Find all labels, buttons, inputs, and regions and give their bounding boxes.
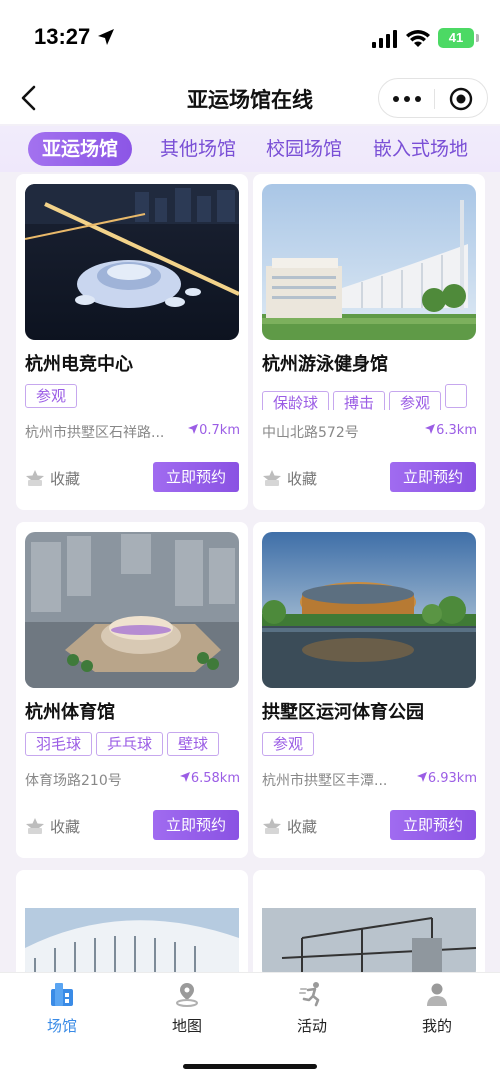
distance-value: 6.3km [436, 423, 477, 438]
tab-other[interactable]: 其他场馆 [160, 132, 236, 166]
venue-tag: 参观 [389, 391, 442, 410]
venue-tag: 保龄球 [262, 391, 330, 410]
user-icon [427, 983, 447, 1006]
venue-tags: 参观 [25, 384, 241, 410]
venue-card[interactable]: 杭州电竞中心 参观 杭州市拱墅区石祥路... 0.7km 收藏 立即预约 [16, 174, 248, 510]
tab-campus[interactable]: 校园场馆 [266, 132, 342, 166]
venue-tag: 乒乓球 [96, 732, 164, 756]
tabbar-item-map[interactable]: 地图 [147, 981, 227, 1036]
distance-arrow-icon [179, 772, 190, 782]
battery-cap [476, 34, 479, 42]
distance-arrow-icon [188, 424, 199, 434]
venue-name: 杭州电竞中心 [25, 354, 133, 375]
book-now-button[interactable]: 立即预约 [153, 462, 239, 492]
favorite-icon [26, 470, 44, 486]
favorite-button[interactable]: 收藏 [262, 466, 317, 490]
favorite-icon [26, 818, 44, 834]
venue-card[interactable] [253, 870, 485, 980]
favorite-label: 收藏 [50, 469, 81, 488]
venue-photo[interactable] [25, 880, 239, 980]
distance-arrow-icon [425, 424, 436, 434]
tabbar-label: 场馆 [46, 1017, 77, 1035]
venue-address: 杭州市拱墅区丰潭... [262, 773, 388, 789]
distance-value: 6.58km [190, 771, 240, 786]
close-target-icon[interactable] [449, 87, 473, 111]
favorite-button[interactable]: 收藏 [25, 814, 80, 838]
favorite-icon [263, 818, 281, 834]
favorite-label: 收藏 [50, 817, 81, 836]
nav-bar: 亚运场馆在线 [0, 72, 500, 124]
venue-card[interactable]: 杭州游泳健身馆 保龄球 搏击 参观 中山北路572号 6.3km 收藏 立即预约 [253, 174, 485, 510]
distance-value: 0.7km [199, 423, 240, 438]
status-bar: 13:27 41 [0, 0, 500, 72]
venue-distance: 6.58km [179, 771, 240, 786]
venue-tag: 参观 [25, 384, 78, 408]
category-tabs: 亚运场馆 其他场馆 校园场馆 嵌入式场地 [0, 126, 500, 172]
venue-photo[interactable] [262, 880, 476, 980]
venue-name: 杭州体育馆 [25, 702, 115, 723]
venue-tag: 壁球 [167, 732, 220, 756]
venue-photo[interactable] [262, 532, 476, 688]
venue-distance: 6.3km [425, 423, 477, 438]
favorite-icon [263, 470, 281, 486]
tabbar-label: 活动 [296, 1017, 327, 1035]
venue-address: 中山北路572号 [262, 425, 359, 441]
venue-name: 拱墅区运河体育公园 [262, 702, 424, 723]
distance-value: 6.93km [427, 771, 477, 786]
favorite-label: 收藏 [287, 469, 318, 488]
venue-photo[interactable] [25, 184, 239, 340]
venue-name: 杭州游泳健身馆 [262, 354, 388, 375]
tab-embedded[interactable]: 嵌入式场地 [373, 132, 468, 166]
venue-photo[interactable] [262, 184, 476, 340]
venue-tags: 参观 [262, 732, 478, 758]
venue-tag [445, 384, 468, 408]
home-indicator [183, 1064, 317, 1069]
venue-tag: 参观 [262, 732, 315, 756]
location-arrow-icon [98, 29, 114, 45]
venue-tags: 保龄球 搏击 参观 [262, 384, 478, 410]
venue-tag: 搏击 [333, 391, 386, 410]
more-dots-icon[interactable] [393, 96, 421, 102]
favorite-label: 收藏 [287, 817, 318, 836]
wifi-icon [406, 30, 430, 47]
tabbar-item-mine[interactable]: 我的 [397, 981, 477, 1036]
venue-tag: 羽毛球 [25, 732, 93, 756]
venue-photo[interactable] [25, 532, 239, 688]
running-icon [299, 982, 320, 1007]
book-now-button[interactable]: 立即预约 [390, 810, 476, 840]
tabbar-item-activities[interactable]: 活动 [272, 981, 352, 1036]
miniprogram-capsule [378, 78, 488, 118]
venue-tags: 羽毛球 乒乓球 壁球 [25, 732, 241, 758]
tab-asian-games[interactable]: 亚运场馆 [28, 132, 133, 166]
book-now-button[interactable]: 立即预约 [153, 810, 239, 840]
book-now-button[interactable]: 立即预约 [390, 462, 476, 492]
venue-address: 体育场路210号 [25, 773, 122, 789]
status-time: 13:27 [34, 24, 91, 49]
venue-card[interactable]: 杭州体育馆 羽毛球 乒乓球 壁球 体育场路210号 6.58km 收藏 立即预约 [16, 522, 248, 858]
tabbar-label: 地图 [171, 1017, 202, 1035]
capsule-divider [434, 89, 435, 109]
tabbar-item-venues[interactable]: 场馆 [22, 981, 102, 1036]
venue-card[interactable]: 拱墅区运河体育公园 参观 杭州市拱墅区丰潭... 6.93km 收藏 立即预约 [253, 522, 485, 858]
venue-distance: 0.7km [188, 423, 240, 438]
venue-distance: 6.93km [416, 771, 477, 786]
favorite-button[interactable]: 收藏 [262, 814, 317, 838]
venue-card[interactable] [16, 870, 248, 980]
signal-icon [372, 30, 397, 48]
tabbar-label: 我的 [421, 1017, 452, 1035]
venue-icon [51, 983, 73, 1006]
favorite-button[interactable]: 收藏 [25, 466, 80, 490]
battery-indicator: 41 [438, 28, 474, 48]
venue-address: 杭州市拱墅区石祥路... [25, 425, 165, 441]
distance-arrow-icon [416, 772, 427, 782]
map-pin-icon [176, 983, 198, 1007]
